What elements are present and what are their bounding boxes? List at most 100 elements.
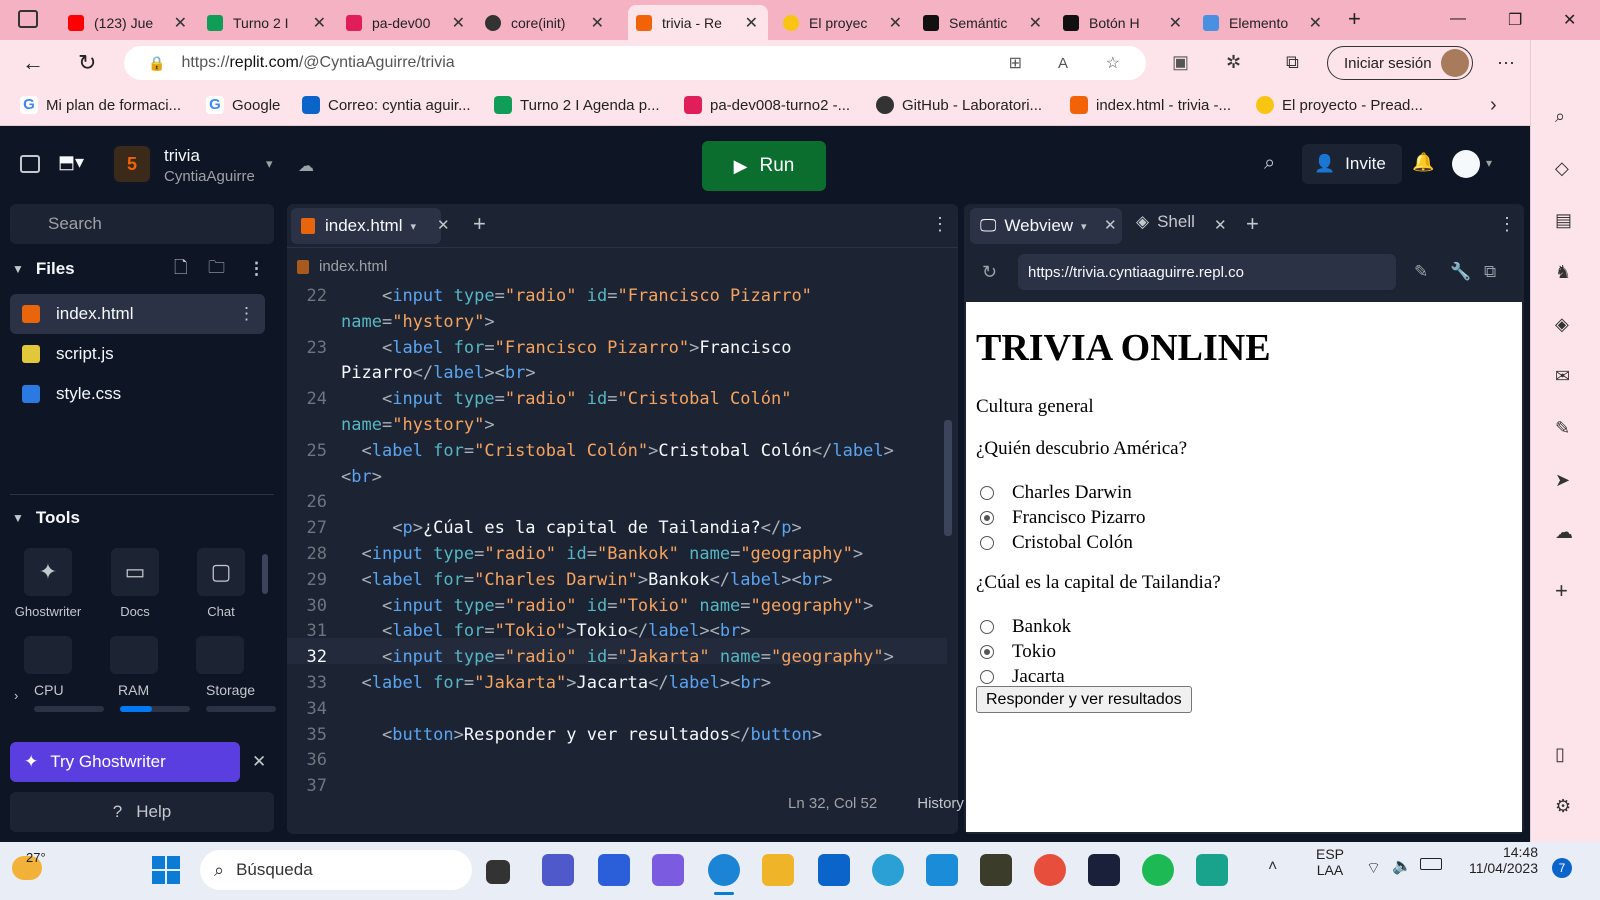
close-icon[interactable]: ✕ xyxy=(591,13,604,33)
chevron-down-icon[interactable]: ▾ xyxy=(266,156,273,172)
extensions-icon[interactable]: ✲ xyxy=(1226,52,1241,73)
bookmark[interactable]: pa-dev008-turno2 -... xyxy=(684,96,850,114)
avatar[interactable] xyxy=(1452,150,1480,178)
vim-icon[interactable] xyxy=(980,854,1012,886)
close-icon[interactable]: ✕ xyxy=(1029,13,1042,33)
refresh-icon[interactable]: ↻ xyxy=(78,50,96,76)
help-button[interactable]: ? Help xyxy=(10,792,274,832)
new-folder-icon[interactable]: 🗀 xyxy=(208,255,225,284)
more-vertical-icon[interactable]: ⋮ xyxy=(1498,214,1516,235)
edge-dev-icon[interactable] xyxy=(872,854,904,886)
url-field[interactable]: 🔒 https://replit.com/@CyntiaAguirre/triv… xyxy=(124,46,1146,80)
drop-icon[interactable]: ✎ xyxy=(1555,418,1570,439)
collections-icon[interactable]: ▣ xyxy=(1172,52,1189,73)
task-view-icon[interactable] xyxy=(486,860,510,884)
apps-icon[interactable]: ⊞ xyxy=(1009,53,1022,73)
tool-chat[interactable]: ▢ Chat xyxy=(186,548,256,619)
edit-icon[interactable]: ✎ xyxy=(1414,262,1428,282)
browser-tab[interactable]: (123) Jue ✕ xyxy=(60,5,197,40)
close-window-icon[interactable]: ✕ xyxy=(1563,10,1576,30)
spotify-icon[interactable] xyxy=(1142,854,1174,886)
store-icon[interactable] xyxy=(598,854,630,886)
cursor-position[interactable]: Ln 32, Col 52 xyxy=(788,795,877,812)
outlook-icon[interactable]: ✉ xyxy=(1555,366,1570,387)
files-header[interactable]: ▼ Files 🗋 🗀 ⋮ xyxy=(12,254,272,284)
close-icon[interactable]: ✕ xyxy=(745,13,758,33)
history-button[interactable]: History xyxy=(917,795,964,812)
webview-tab[interactable]: 🖵 Webview ▾ xyxy=(970,208,1122,244)
add-tab-icon[interactable]: + xyxy=(1246,211,1259,237)
tool-package-icon[interactable] xyxy=(110,636,158,674)
bookmark[interactable]: GitHub - Laboratori... xyxy=(876,96,1042,114)
back-icon[interactable]: ← xyxy=(22,50,44,76)
signin-button[interactable]: Iniciar sesión xyxy=(1327,46,1473,80)
radio-button[interactable] xyxy=(980,486,994,500)
open-external-icon[interactable]: ⧉ xyxy=(1484,262,1496,282)
shell-tab[interactable]: ◈ Shell xyxy=(1136,212,1195,232)
bell-icon[interactable]: 🔔 xyxy=(1412,152,1434,173)
teams-icon[interactable] xyxy=(542,854,574,886)
run-button[interactable]: ▶ Run xyxy=(702,141,826,191)
invite-button[interactable]: 👤 Invite xyxy=(1302,144,1402,184)
new-file-icon[interactable]: 🗋 xyxy=(174,255,188,284)
app-l-icon[interactable] xyxy=(926,854,958,886)
radio-button[interactable] xyxy=(980,645,994,659)
radio-button[interactable] xyxy=(980,620,994,634)
taskbar-search[interactable]: ⌕ Búsqueda xyxy=(200,850,472,890)
close-icon[interactable]: ✕ xyxy=(252,752,266,772)
chevron-down-icon[interactable]: ▾ xyxy=(410,220,416,233)
search-icon[interactable]: ⌕ xyxy=(1264,152,1275,175)
copilot-icon[interactable] xyxy=(652,854,684,886)
file-explorer-icon[interactable] xyxy=(762,854,794,886)
app-icon[interactable] xyxy=(1088,854,1120,886)
close-icon[interactable]: ✕ xyxy=(452,13,465,33)
browser-tab[interactable]: Turno 2 I ✕ xyxy=(199,5,336,40)
file-item-index[interactable]: index.html ⋮ xyxy=(10,294,265,334)
chevron-down-icon[interactable]: ▼ xyxy=(12,511,24,525)
bookmark[interactable]: El proyecto - Pread... xyxy=(1256,96,1423,114)
browser-tab[interactable]: Botón H ✕ xyxy=(1055,5,1192,40)
q2-option[interactable]: Jacarta xyxy=(980,666,1065,688)
tabs-icon[interactable]: ⧉ xyxy=(1286,52,1299,73)
editor-scrollbar[interactable] xyxy=(944,420,952,536)
q2-option[interactable]: Tokio xyxy=(980,641,1056,663)
bookmark[interactable]: Correo: cyntia aguir... xyxy=(302,96,471,114)
browser-tab[interactable]: Elemento ✕ xyxy=(1195,5,1332,40)
tool-git-icon[interactable] xyxy=(196,636,244,674)
q1-option[interactable]: Francisco Pizarro xyxy=(980,507,1145,529)
close-icon[interactable]: ✕ xyxy=(1309,13,1322,33)
chevron-down-icon[interactable]: ▼ xyxy=(12,262,24,276)
search-icon[interactable]: ⌕ xyxy=(1555,106,1565,127)
browser-tab[interactable]: El proyec ✕ xyxy=(775,5,912,40)
chevron-right-icon[interactable]: › xyxy=(14,688,18,703)
more-vertical-icon[interactable]: ⋮ xyxy=(238,304,255,324)
restore-icon[interactable]: ❐ xyxy=(1508,10,1522,30)
devtools-icon[interactable]: 🔧 xyxy=(1450,262,1471,282)
send-icon[interactable]: ➤ xyxy=(1555,470,1570,491)
new-tab-icon[interactable]: + xyxy=(1348,6,1361,32)
close-icon[interactable]: ✕ xyxy=(437,216,450,234)
tool-docs[interactable]: ▭ Docs xyxy=(100,548,170,619)
notification-badge[interactable]: 7 xyxy=(1552,858,1572,878)
replit-logo-icon[interactable]: ⬒▾ xyxy=(58,152,84,173)
chevron-up-icon[interactable]: ˄ xyxy=(1268,858,1277,876)
webview-url-field[interactable]: https://trivia.cyntiaaguirre.repl.co xyxy=(1018,254,1396,290)
close-icon[interactable]: ✕ xyxy=(1214,216,1227,234)
add-icon[interactable]: + xyxy=(1555,578,1568,604)
try-ghostwriter-button[interactable]: ✦ Try Ghostwriter xyxy=(10,742,240,782)
battery-icon[interactable] xyxy=(1420,858,1442,870)
scrollbar[interactable] xyxy=(262,554,268,594)
repl-owner[interactable]: CyntiaAguirre xyxy=(164,168,255,185)
edge-icon[interactable] xyxy=(708,854,740,886)
radio-button[interactable] xyxy=(980,670,994,684)
browser-tab[interactable]: pa-dev00 ✕ xyxy=(338,5,475,40)
games-icon[interactable]: ♞ xyxy=(1555,262,1571,283)
repl-name[interactable]: trivia xyxy=(164,146,200,166)
bookmark[interactable]: G Google xyxy=(206,96,280,114)
refresh-icon[interactable]: ↻ xyxy=(982,262,997,283)
sidebar-toggle-icon[interactable] xyxy=(20,155,40,173)
language-indicator[interactable]: ESP LAA xyxy=(1316,846,1344,878)
close-icon[interactable]: ✕ xyxy=(1169,13,1182,33)
tab-actions-icon[interactable] xyxy=(18,10,38,28)
more-vertical-icon[interactable]: ⋮ xyxy=(248,259,265,279)
